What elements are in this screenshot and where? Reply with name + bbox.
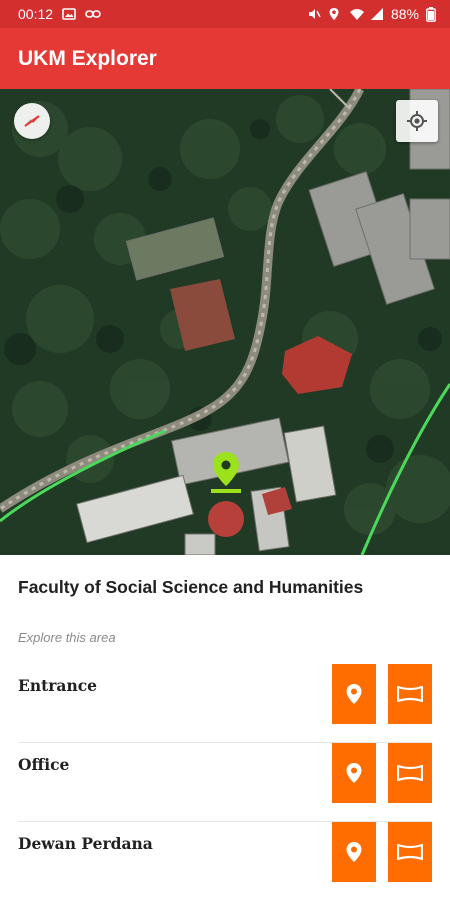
map-pin-icon: [346, 842, 362, 862]
app-title: UKM Explorer: [18, 46, 157, 70]
status-right: 88%: [307, 6, 440, 22]
show-on-map-button[interactable]: [332, 822, 376, 882]
image-icon: [62, 7, 76, 21]
link-icon: [85, 7, 101, 21]
list-item: Entrance: [18, 664, 432, 743]
signal-icon: [370, 7, 384, 21]
my-location-button[interactable]: [396, 100, 438, 142]
compass-button[interactable]: [14, 103, 50, 139]
panorama-button[interactable]: [388, 743, 432, 803]
list-item: Dewan Perdana: [18, 822, 432, 900]
location-marker[interactable]: [208, 450, 244, 496]
panorama-icon: [397, 843, 423, 861]
place-title: Faculty of Social Science and Humanities: [18, 577, 364, 597]
wifi-icon: [349, 7, 364, 21]
satellite-map[interactable]: [0, 89, 450, 555]
location-icon: [328, 7, 342, 21]
list-item: Office: [18, 743, 432, 822]
map-pin-icon: [346, 684, 362, 704]
show-on-map-button[interactable]: [332, 664, 376, 724]
panorama-button[interactable]: [388, 664, 432, 724]
panorama-icon: [397, 764, 423, 782]
app-bar: UKM Explorer: [0, 28, 450, 89]
panorama-button[interactable]: [388, 822, 432, 882]
map-marker-icon: [211, 452, 241, 493]
poi-name: Office: [18, 755, 70, 774]
poi-name: Entrance: [18, 676, 98, 695]
status-left: 00:12: [18, 6, 101, 22]
compass-icon: [24, 115, 40, 127]
map-pin-icon: [346, 763, 362, 783]
show-on-map-button[interactable]: [332, 743, 376, 803]
battery-percent: 88%: [390, 6, 419, 22]
battery-icon: [426, 7, 440, 22]
poi-name: Dewan Perdana: [18, 834, 153, 853]
my-location-icon: [407, 111, 427, 131]
mute-icon: [307, 7, 321, 21]
status-time: 00:12: [18, 6, 54, 22]
panorama-icon: [397, 685, 423, 703]
status-bar: 00:12 88%: [0, 0, 450, 28]
place-panel: Faculty of Social Science and Humanities…: [0, 555, 450, 900]
section-label: Explore this area: [18, 630, 116, 645]
